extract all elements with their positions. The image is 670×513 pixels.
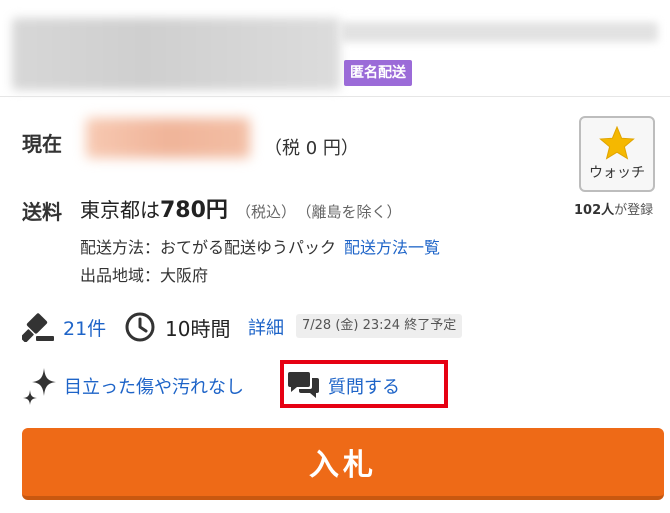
gavel-icon xyxy=(22,313,54,342)
watch-count-number: 102人 xyxy=(574,203,615,218)
clock-icon xyxy=(125,312,155,342)
shipping-fee: 東京都は780円 （税込） （離島を除く） xyxy=(80,192,401,224)
current-price-label: 現在 xyxy=(22,132,62,156)
star-icon xyxy=(599,126,635,160)
current-price-blurred xyxy=(86,118,250,158)
shipping-price: 780円 xyxy=(160,198,228,223)
item-condition-link[interactable]: 目立った傷や汚れなし xyxy=(64,373,244,399)
remaining-time: 10時間 xyxy=(165,317,231,341)
chat-bubbles-icon[interactable] xyxy=(288,369,320,399)
shipping-tax-included: （税込） xyxy=(235,203,296,221)
shipping-origin: 出品地域：大阪府 xyxy=(80,266,209,285)
shipping-methods-link[interactable]: 配送方法一覧 xyxy=(344,238,440,257)
time-detail-link[interactable]: 詳細 xyxy=(248,314,284,340)
sparkle-icon xyxy=(23,368,56,405)
shipping-label: 送料 xyxy=(22,200,62,224)
watch-button[interactable]: ウォッチ xyxy=(579,116,655,192)
bid-count-link[interactable]: 21件 xyxy=(63,314,106,341)
end-time-badge: 7/28 (金) 23:24 終了予定 xyxy=(296,314,463,338)
shipping-prefix: 東京都は xyxy=(80,198,160,222)
bid-button-label: 入札 xyxy=(309,448,377,483)
bid-button[interactable]: 入札 xyxy=(22,428,664,500)
watch-count: 102人が登録 xyxy=(574,199,653,218)
item-title-blurred-continuation xyxy=(340,22,658,42)
watch-button-label: ウォッチ xyxy=(589,165,645,181)
shipping-note: （離島を除く） xyxy=(303,203,402,221)
auction-item-panel: 匿名配送 現在 （税 0 円） ウォッチ 102人が登録 送料 東京都は780円… xyxy=(0,0,670,513)
divider xyxy=(0,96,670,97)
shipping-method: 配送方法：おてがる配送ゆうパック xyxy=(80,238,337,257)
price-tax-note: （税 0 円） xyxy=(264,138,359,159)
item-title-blurred xyxy=(12,18,340,90)
anonymous-shipping-badge: 匿名配送 xyxy=(344,60,412,86)
shipping-method-row: 配送方法：おてがる配送ゆうパック 配送方法一覧 xyxy=(80,234,440,258)
watch-count-suffix: が登録 xyxy=(614,203,654,218)
ask-question-link[interactable]: 質問する xyxy=(328,373,400,399)
